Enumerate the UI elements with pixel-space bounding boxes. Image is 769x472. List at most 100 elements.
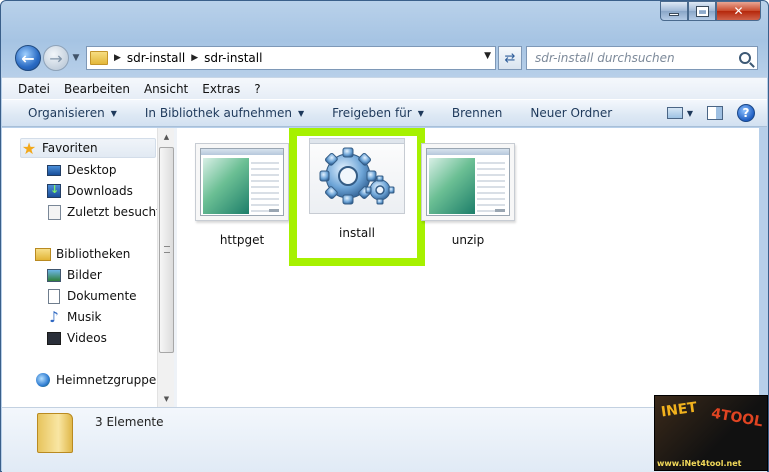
file-name: httpget bbox=[219, 233, 265, 247]
menu-edit[interactable]: Bearbeiten bbox=[58, 82, 138, 96]
maximize-button[interactable] bbox=[688, 1, 716, 21]
scroll-down-icon[interactable]: ▼ bbox=[158, 390, 175, 407]
menu-view[interactable]: Ansicht bbox=[138, 82, 196, 96]
navigation-bar: ← → ▼ ▶ sdr-install ▶ sdr-install ▼ ⇄ sd… bbox=[15, 41, 758, 75]
view-controls: ▼ ? bbox=[666, 104, 755, 122]
refresh-icon: ⇄ bbox=[504, 50, 516, 66]
preview-pane-icon[interactable] bbox=[707, 106, 723, 120]
downloads-icon bbox=[46, 183, 62, 199]
nav-pictures[interactable]: Bilder bbox=[46, 265, 102, 285]
nav-favorites[interactable]: ★ Favoriten bbox=[20, 138, 156, 158]
organize-button[interactable]: Organisieren ▼ bbox=[28, 106, 117, 120]
nav-downloads-label: Downloads bbox=[67, 184, 133, 198]
nav-recent-places[interactable]: Zuletzt besucht bbox=[46, 202, 161, 222]
burn-button[interactable]: Brennen bbox=[452, 106, 502, 120]
arrow-right-icon: → bbox=[49, 48, 63, 68]
details-pane: 3 Elemente bbox=[2, 407, 767, 472]
folder-icon bbox=[37, 413, 73, 453]
nav-favorites-label: Favoriten bbox=[42, 141, 98, 155]
search-placeholder: sdr-install durchsuchen bbox=[535, 51, 675, 65]
refresh-button[interactable]: ⇄ bbox=[498, 46, 522, 70]
breadcrumb-separator-icon[interactable]: ▶ bbox=[114, 53, 121, 63]
share-with-button[interactable]: Freigeben für ▼ bbox=[332, 106, 424, 120]
organize-label: Organisieren bbox=[28, 106, 105, 120]
nav-downloads[interactable]: Downloads bbox=[46, 181, 133, 201]
gears-icon bbox=[309, 138, 405, 214]
minimize-icon bbox=[669, 12, 679, 16]
menu-bar: Datei Bearbeiten Ansicht Extras ? bbox=[2, 77, 767, 99]
breadcrumb-item[interactable]: sdr-install bbox=[127, 51, 185, 65]
scroll-up-icon[interactable]: ▲ bbox=[158, 128, 175, 145]
nav-desktop-label: Desktop bbox=[67, 163, 117, 177]
address-bar[interactable]: ▶ sdr-install ▶ sdr-install ▼ bbox=[86, 46, 496, 70]
music-icon: ♪ bbox=[49, 308, 59, 326]
nav-documents[interactable]: Dokumente bbox=[46, 286, 137, 306]
search-icon[interactable] bbox=[739, 52, 751, 64]
recent-places-icon bbox=[46, 204, 62, 220]
chevron-down-icon: ▼ bbox=[297, 108, 305, 118]
file-list: httpget install unzip bbox=[177, 128, 759, 407]
back-button[interactable]: ← bbox=[15, 45, 41, 71]
libraries-icon bbox=[35, 246, 51, 262]
watermark-logo: INET 4TOOL www.iNet4tool.net bbox=[654, 395, 768, 471]
chevron-down-icon: ▼ bbox=[417, 108, 424, 118]
arrow-left-icon: ← bbox=[21, 48, 35, 68]
recent-pages-dropdown[interactable]: ▼ bbox=[70, 53, 82, 63]
menu-tools[interactable]: Extras bbox=[196, 82, 248, 96]
nav-documents-label: Dokumente bbox=[67, 289, 137, 303]
navigation-pane: ★ Favoriten Desktop Downloads Zuletzt be… bbox=[2, 128, 174, 407]
share-with-label: Freigeben für bbox=[332, 106, 412, 120]
change-view-icon[interactable] bbox=[666, 107, 683, 119]
nav-homegroup[interactable]: Heimnetzgruppe bbox=[35, 370, 156, 390]
nav-desktop[interactable]: Desktop bbox=[46, 160, 117, 180]
file-name: install bbox=[339, 226, 375, 240]
documents-icon bbox=[46, 288, 62, 304]
command-bar: Organisieren ▼ In Bibliothek aufnehmen ▼ F… bbox=[2, 99, 767, 127]
breadcrumb-separator-icon[interactable]: ▶ bbox=[191, 53, 198, 63]
address-dropdown-icon[interactable]: ▼ bbox=[484, 51, 491, 61]
search-input[interactable]: sdr-install durchsuchen bbox=[526, 46, 758, 70]
chevron-down-icon: ▼ bbox=[110, 108, 117, 118]
watermark-text: 4TOOL bbox=[709, 405, 764, 431]
help-icon[interactable]: ? bbox=[737, 104, 755, 122]
menu-help[interactable]: ? bbox=[248, 82, 268, 96]
folder-icon bbox=[90, 51, 108, 65]
view-options-icon[interactable]: ▼ bbox=[687, 109, 693, 118]
pictures-icon bbox=[46, 267, 62, 283]
window-frame: ✕ ← → ▼ ▶ sdr-install ▶ sdr-install ▼ ⇄ … bbox=[0, 0, 769, 472]
file-item-unzip[interactable]: unzip bbox=[413, 143, 523, 259]
file-item-httpget[interactable]: httpget bbox=[187, 143, 297, 259]
include-in-library-label: In Bibliothek aufnehmen bbox=[144, 106, 292, 120]
nav-recent-places-label: Zuletzt besucht bbox=[67, 205, 161, 219]
item-count: 3 Elemente bbox=[95, 415, 164, 429]
nav-videos[interactable]: Videos bbox=[46, 328, 107, 348]
application-thumbnail-icon bbox=[421, 143, 515, 221]
minimize-button[interactable] bbox=[660, 1, 688, 21]
nav-pictures-label: Bilder bbox=[67, 268, 102, 282]
menu-file[interactable]: Datei bbox=[12, 82, 58, 96]
nav-videos-label: Videos bbox=[67, 331, 107, 345]
include-in-library-button[interactable]: In Bibliothek aufnehmen ▼ bbox=[145, 106, 304, 120]
nav-pane-scrollbar[interactable]: ▲ ▼ bbox=[157, 128, 174, 407]
homegroup-icon bbox=[35, 372, 51, 388]
nav-libraries-label: Bibliotheken bbox=[56, 247, 131, 261]
videos-icon bbox=[46, 330, 62, 346]
scrollbar-thumb[interactable] bbox=[159, 147, 174, 353]
breadcrumb-item[interactable]: sdr-install bbox=[204, 51, 262, 65]
star-icon: ★ bbox=[21, 138, 37, 158]
nav-homegroup-label: Heimnetzgruppe bbox=[56, 373, 157, 387]
nav-libraries[interactable]: Bibliotheken bbox=[35, 244, 130, 264]
application-thumbnail-icon bbox=[195, 143, 289, 221]
file-name: unzip bbox=[451, 233, 485, 247]
desktop-icon bbox=[46, 162, 62, 178]
close-button[interactable]: ✕ bbox=[716, 1, 761, 21]
nav-music-label: Musik bbox=[67, 310, 102, 324]
caption-buttons: ✕ bbox=[660, 1, 761, 21]
maximize-icon bbox=[695, 5, 709, 17]
file-item-install[interactable]: install bbox=[289, 128, 425, 266]
forward-button[interactable]: → bbox=[43, 45, 69, 71]
watermark-url: www.iNet4tool.net bbox=[657, 459, 742, 468]
nav-music[interactable]: ♪ Musik bbox=[46, 307, 102, 327]
new-folder-button[interactable]: Neuer Ordner bbox=[530, 106, 612, 120]
watermark-text: INET bbox=[660, 399, 698, 421]
